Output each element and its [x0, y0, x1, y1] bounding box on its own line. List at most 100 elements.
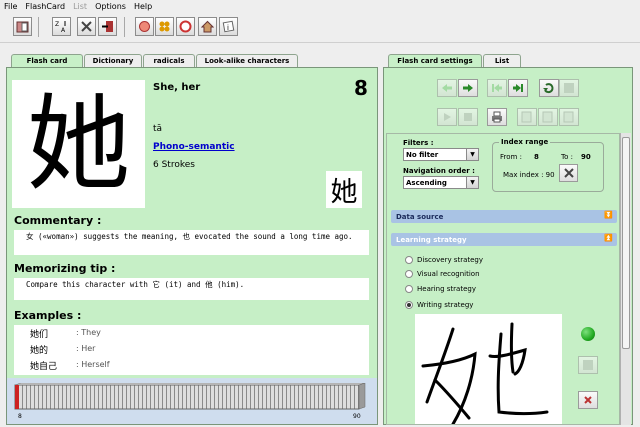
lookup-icon[interactable] — [578, 356, 598, 374]
commentary-title: Commentary : — [14, 214, 102, 227]
tab-flash-card-settings[interactable]: Flash card settings — [388, 54, 482, 67]
previous-arrow-icon[interactable] — [437, 79, 457, 97]
card-stack-graphic — [14, 383, 366, 410]
stroke-count: 6 Strokes — [153, 160, 195, 170]
menu-options[interactable]: Options — [91, 2, 130, 11]
radicals-icon[interactable] — [155, 17, 174, 36]
tools-icon[interactable] — [77, 17, 96, 36]
menu-help[interactable]: Help — [130, 2, 156, 11]
examples-title: Examples : — [14, 309, 82, 322]
to-value[interactable]: 90 — [581, 153, 591, 161]
tab-list[interactable]: List — [483, 54, 521, 67]
phono-semantic-link[interactable]: Phono-semantic — [153, 142, 235, 152]
chevron-down-icon[interactable]: ▼ — [466, 177, 478, 188]
filter-value: No filter — [406, 150, 439, 159]
menu-list[interactable]: List — [69, 2, 91, 11]
sort-icon[interactable]: ZA — [52, 17, 71, 36]
from-value[interactable]: 8 — [534, 153, 539, 161]
learning-strategy-section[interactable]: Learning strategy ⏫ — [391, 233, 617, 246]
chevrons-down-icon[interactable]: ⏬ — [604, 211, 613, 219]
svg-text:i: i — [227, 24, 229, 32]
stop-icon[interactable] — [458, 108, 478, 126]
strategy-radio[interactable]: Visual recognition — [405, 270, 480, 278]
strategy-radio[interactable]: Writing strategy — [405, 301, 473, 309]
example-meaning: : Herself — [76, 360, 110, 369]
card-stack-slider[interactable]: 8 90 — [7, 378, 377, 424]
settings-scrollbar[interactable] — [620, 133, 631, 425]
example-word: 她的 — [30, 346, 49, 356]
exit-icon[interactable] — [98, 17, 117, 36]
menu-bar: File FlashCard List Options Help — [0, 0, 640, 13]
radio-icon[interactable] — [405, 270, 413, 278]
filter-select[interactable]: No filter ▼ — [403, 148, 479, 161]
strategy-label: Discovery strategy — [417, 256, 484, 264]
tab-radicals[interactable]: radicals — [143, 54, 195, 67]
current-card-marker[interactable] — [15, 385, 19, 409]
filters-label: Filters : — [403, 139, 434, 147]
clear-icon[interactable] — [578, 391, 598, 409]
menu-file[interactable]: File — [0, 2, 21, 11]
examples-list: 她们 : They 她的 : Her 她自己 : Herself — [14, 325, 369, 375]
max-index-label: Max index : 90 — [503, 171, 555, 179]
memorizing-tip-title: Memorizing tip : — [14, 262, 116, 275]
strategy-label: Hearing strategy — [417, 285, 476, 293]
data-source-section[interactable]: Data source ⏬ — [391, 210, 617, 223]
first-card-icon[interactable] — [487, 79, 507, 97]
navigation-order-label: Navigation order : — [403, 167, 475, 175]
settings-inner-panel: Filters : No filter ▼ Navigation order :… — [386, 133, 620, 425]
play-icon[interactable] — [437, 108, 457, 126]
ruler-end: 90 — [353, 413, 361, 420]
quiz-icon[interactable] — [176, 17, 195, 36]
character-meaning: She, her — [153, 82, 201, 93]
memorizing-tip-text: Compare this character with 它 (it) and 他… — [14, 278, 369, 300]
remove-card-icon[interactable] — [559, 108, 579, 126]
small-character: 她 — [326, 171, 362, 208]
shuffle-icon[interactable] — [539, 79, 559, 97]
tab-look-alike[interactable]: Look-alike characters — [196, 54, 298, 67]
edit-card-icon[interactable] — [538, 108, 558, 126]
commentary-text: 女 («woman») suggests the meaning, 也 evoc… — [14, 230, 369, 255]
next-arrow-icon[interactable] — [458, 79, 478, 97]
print-icon[interactable] — [487, 108, 507, 126]
last-card-icon[interactable] — [508, 79, 528, 97]
menu-flashcard[interactable]: FlashCard — [21, 2, 69, 11]
order-value: Ascending — [406, 178, 447, 187]
data-source-label: Data source — [396, 212, 444, 221]
radio-icon[interactable] — [405, 301, 413, 309]
chevrons-up-icon[interactable]: ⏫ — [604, 234, 613, 242]
scrollbar-thumb[interactable] — [622, 137, 630, 349]
example-word: 她们 — [30, 330, 49, 340]
radio-icon[interactable] — [405, 285, 413, 293]
tab-dictionary[interactable]: Dictionary — [84, 54, 142, 67]
ruler-start: 8 — [18, 413, 22, 420]
handwritten-strokes — [421, 322, 549, 424]
svg-text:Z: Z — [55, 21, 59, 28]
tools-icon[interactable] — [559, 164, 578, 182]
character-icon[interactable] — [135, 17, 154, 36]
index-range-label: Index range — [499, 138, 551, 146]
open-book-icon[interactable] — [13, 17, 32, 36]
strategy-radio[interactable]: Discovery strategy — [405, 256, 483, 264]
from-label: From : — [500, 153, 522, 161]
home-icon[interactable] — [198, 17, 217, 36]
tab-flash-card[interactable]: Flash card — [11, 54, 83, 67]
strategy-radio[interactable]: Hearing strategy — [405, 285, 476, 293]
toolbar: ZA i — [0, 13, 640, 43]
strategy-label: Writing strategy — [417, 301, 474, 309]
svg-text:A: A — [61, 27, 66, 33]
radio-icon[interactable] — [405, 256, 413, 264]
example-meaning: : Her — [76, 344, 96, 353]
chevron-down-icon[interactable]: ▼ — [466, 149, 478, 160]
pinyin: tā — [153, 124, 163, 134]
lookup-icon[interactable] — [559, 79, 579, 97]
info-icon[interactable]: i — [219, 17, 238, 36]
writing-canvas[interactable] — [415, 314, 562, 424]
add-card-icon[interactable] — [517, 108, 537, 126]
navigation-order-select[interactable]: Ascending ▼ — [403, 176, 479, 189]
example-word: 她自己 — [30, 362, 58, 372]
card-number: 8 — [354, 76, 368, 100]
strategy-label: Visual recognition — [417, 270, 480, 278]
main-character: 她 — [12, 80, 145, 208]
example-meaning: : They — [76, 328, 101, 337]
to-label: To : — [561, 153, 573, 161]
